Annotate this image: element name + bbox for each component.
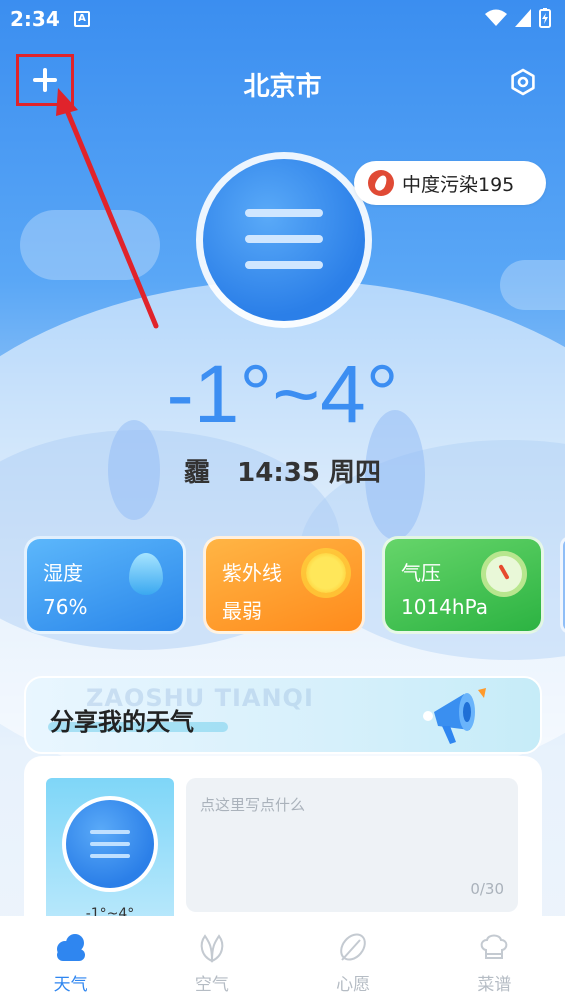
haze-bar xyxy=(245,235,323,243)
pressure-label: 气压 xyxy=(401,561,441,585)
sun-icon xyxy=(306,553,346,593)
battery-icon xyxy=(539,8,551,28)
temperature-range: -1°~4° xyxy=(166,349,399,440)
status-time: 2:34 xyxy=(10,7,60,31)
nav-item-recipes[interactable]: 菜谱 xyxy=(424,916,565,1004)
uv-label: 紫外线 xyxy=(222,561,282,585)
gauge-icon xyxy=(481,551,527,597)
air-quality-text: 中度污染195 xyxy=(402,173,515,196)
wifi-icon xyxy=(485,9,507,26)
weather-condition-time: 霾 14:35 周四 xyxy=(184,458,381,488)
weather-thumbnail[interactable]: -1°~4° xyxy=(46,778,174,938)
cloud-icon xyxy=(56,934,85,961)
haze-icon xyxy=(66,800,154,888)
haze-bar xyxy=(90,842,130,846)
chef-hat-icon xyxy=(481,934,508,959)
leaf-icon xyxy=(200,934,224,963)
pressure-value: 1014hPa xyxy=(401,595,488,619)
pollution-leaf-icon xyxy=(368,170,394,196)
status-bar: 2:34 A xyxy=(0,0,565,38)
feather-icon xyxy=(340,933,366,961)
haze-bar xyxy=(245,209,323,217)
uv-card[interactable]: 紫外线 最弱 xyxy=(203,536,365,634)
char-counter: 0/30 xyxy=(470,880,504,898)
more-stat-card[interactable] xyxy=(560,536,565,634)
pressure-card[interactable]: 气压 1014hPa xyxy=(382,536,544,634)
nav-item-weather[interactable]: 天气 xyxy=(0,916,141,1004)
water-drop-icon xyxy=(129,553,163,595)
share-weather-banner[interactable]: ZAOSHU TIANQI 分享我的天气 xyxy=(24,676,542,754)
note-placeholder: 点这里写点什么 xyxy=(200,796,306,814)
share-title: 分享我的天气 xyxy=(50,708,194,736)
humidity-card[interactable]: 湿度 76% xyxy=(24,536,186,634)
humidity-value: 76% xyxy=(43,595,88,619)
nav-label-wish: 心愿 xyxy=(336,975,371,995)
nav-label-air: 空气 xyxy=(194,975,229,995)
city-title[interactable]: 北京市 xyxy=(0,66,565,103)
haze-bar xyxy=(90,830,130,834)
nav-label-weather: 天气 xyxy=(53,975,88,995)
megaphone-icon xyxy=(423,688,486,744)
app-header: 北京市 xyxy=(0,52,565,112)
humidity-label: 湿度 xyxy=(43,561,83,585)
hexagon-settings-icon[interactable] xyxy=(509,68,537,96)
nav-item-air[interactable]: 空气 xyxy=(141,916,282,1004)
app-screen: 2:34 A 北京市 中度污染195 -1°~4° 霾 14:35 周四 湿度 … xyxy=(0,0,565,1004)
background-cloud xyxy=(20,210,160,280)
haze-icon xyxy=(203,159,365,321)
notification-icon: A xyxy=(74,11,90,27)
air-quality-badge[interactable]: 中度污染195 xyxy=(354,161,546,205)
background-cloud xyxy=(500,260,565,310)
haze-bar xyxy=(90,854,130,858)
nav-item-wish[interactable]: 心愿 xyxy=(283,916,424,1004)
haze-bar xyxy=(245,261,323,269)
note-input[interactable]: 点这里写点什么 0/30 xyxy=(186,778,518,912)
bottom-nav: 天气 空气 心愿 菜谱 xyxy=(0,916,565,1004)
uv-value: 最弱 xyxy=(222,599,262,623)
system-icons xyxy=(485,8,551,28)
signal-icon xyxy=(515,9,531,27)
nav-label-recipes: 菜谱 xyxy=(477,975,512,995)
